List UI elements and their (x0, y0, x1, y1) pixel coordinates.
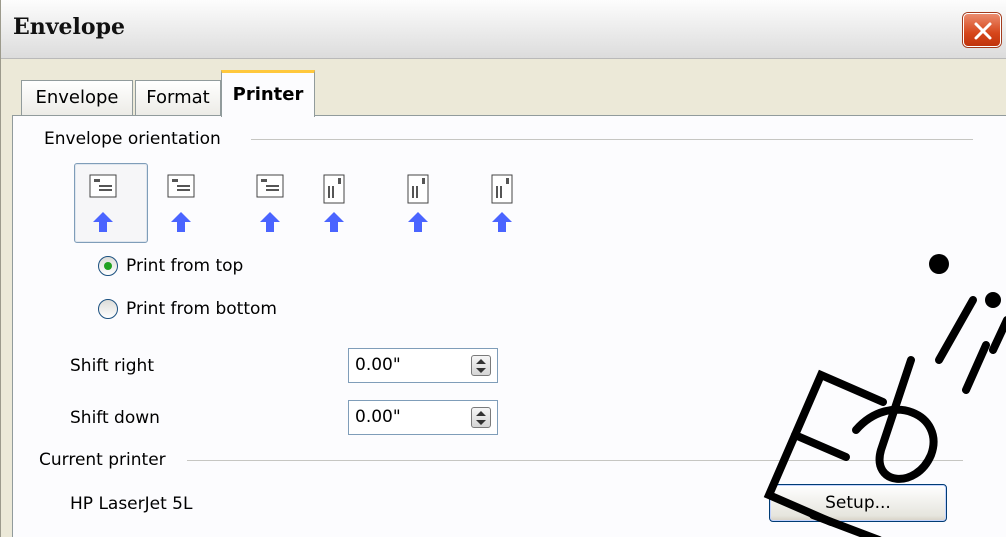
orientation-option-3[interactable] (230, 163, 304, 243)
envelope-portrait-center-icon (407, 174, 429, 232)
print-from-top-radio[interactable]: Print from top (98, 256, 243, 276)
tab-printer[interactable]: Printer (221, 70, 315, 117)
setup-button[interactable]: Setup... (769, 484, 947, 522)
shift-right-spin-buttons[interactable] (471, 355, 491, 376)
shift-right-label: Shift right (70, 356, 154, 376)
close-button[interactable] (963, 13, 1001, 47)
orientation-option-5[interactable] (386, 163, 460, 243)
tab-envelope[interactable]: Envelope (21, 80, 133, 116)
tab-format-label: Format (146, 87, 210, 108)
print-from-bottom-label: Print from bottom (126, 299, 277, 319)
orientation-option-6[interactable] (464, 163, 538, 243)
shift-down-spinbox[interactable] (348, 400, 498, 435)
print-from-bottom-radio[interactable]: Print from bottom (98, 299, 277, 319)
window-title: Envelope (13, 14, 125, 40)
envelope-landscape-center-icon (167, 174, 195, 232)
shift-right-input[interactable] (351, 351, 467, 379)
tab-format[interactable]: Format (135, 80, 221, 116)
orientation-divider (251, 139, 973, 140)
shift-right-spinbox[interactable] (348, 348, 498, 383)
orientation-option-2[interactable] (152, 163, 226, 243)
close-icon (974, 22, 992, 40)
tab-envelope-label: Envelope (35, 87, 119, 108)
envelope-landscape-left-icon (89, 174, 117, 232)
current-printer-group-label: Current printer (39, 450, 172, 470)
radio-unchecked-icon (98, 299, 118, 319)
print-from-top-label: Print from top (126, 256, 244, 276)
orientation-option-4[interactable] (308, 163, 382, 243)
envelope-landscape-right-icon (256, 174, 284, 232)
orientation-option-1[interactable] (74, 163, 148, 243)
radio-checked-icon (98, 256, 118, 276)
shift-down-spin-buttons[interactable] (471, 407, 491, 428)
envelope-portrait-right-icon (491, 174, 513, 232)
shift-down-label: Shift down (70, 408, 160, 428)
shift-down-input[interactable] (351, 403, 467, 431)
tab-strip: Envelope Format Printer (1, 70, 1006, 117)
tab-printer-label: Printer (232, 84, 304, 105)
printer-divider (187, 460, 963, 461)
orientation-group-label: Envelope orientation (44, 129, 227, 149)
printer-name: HP LaserJet 5L (70, 494, 193, 514)
envelope-portrait-left-icon (323, 174, 345, 232)
title-bar: Envelope (1, 0, 1006, 59)
spin-updown-icon (476, 411, 486, 425)
envelope-dialog: Envelope Envelope Format Printer Envelop… (0, 0, 1006, 537)
spin-updown-icon (476, 359, 486, 373)
